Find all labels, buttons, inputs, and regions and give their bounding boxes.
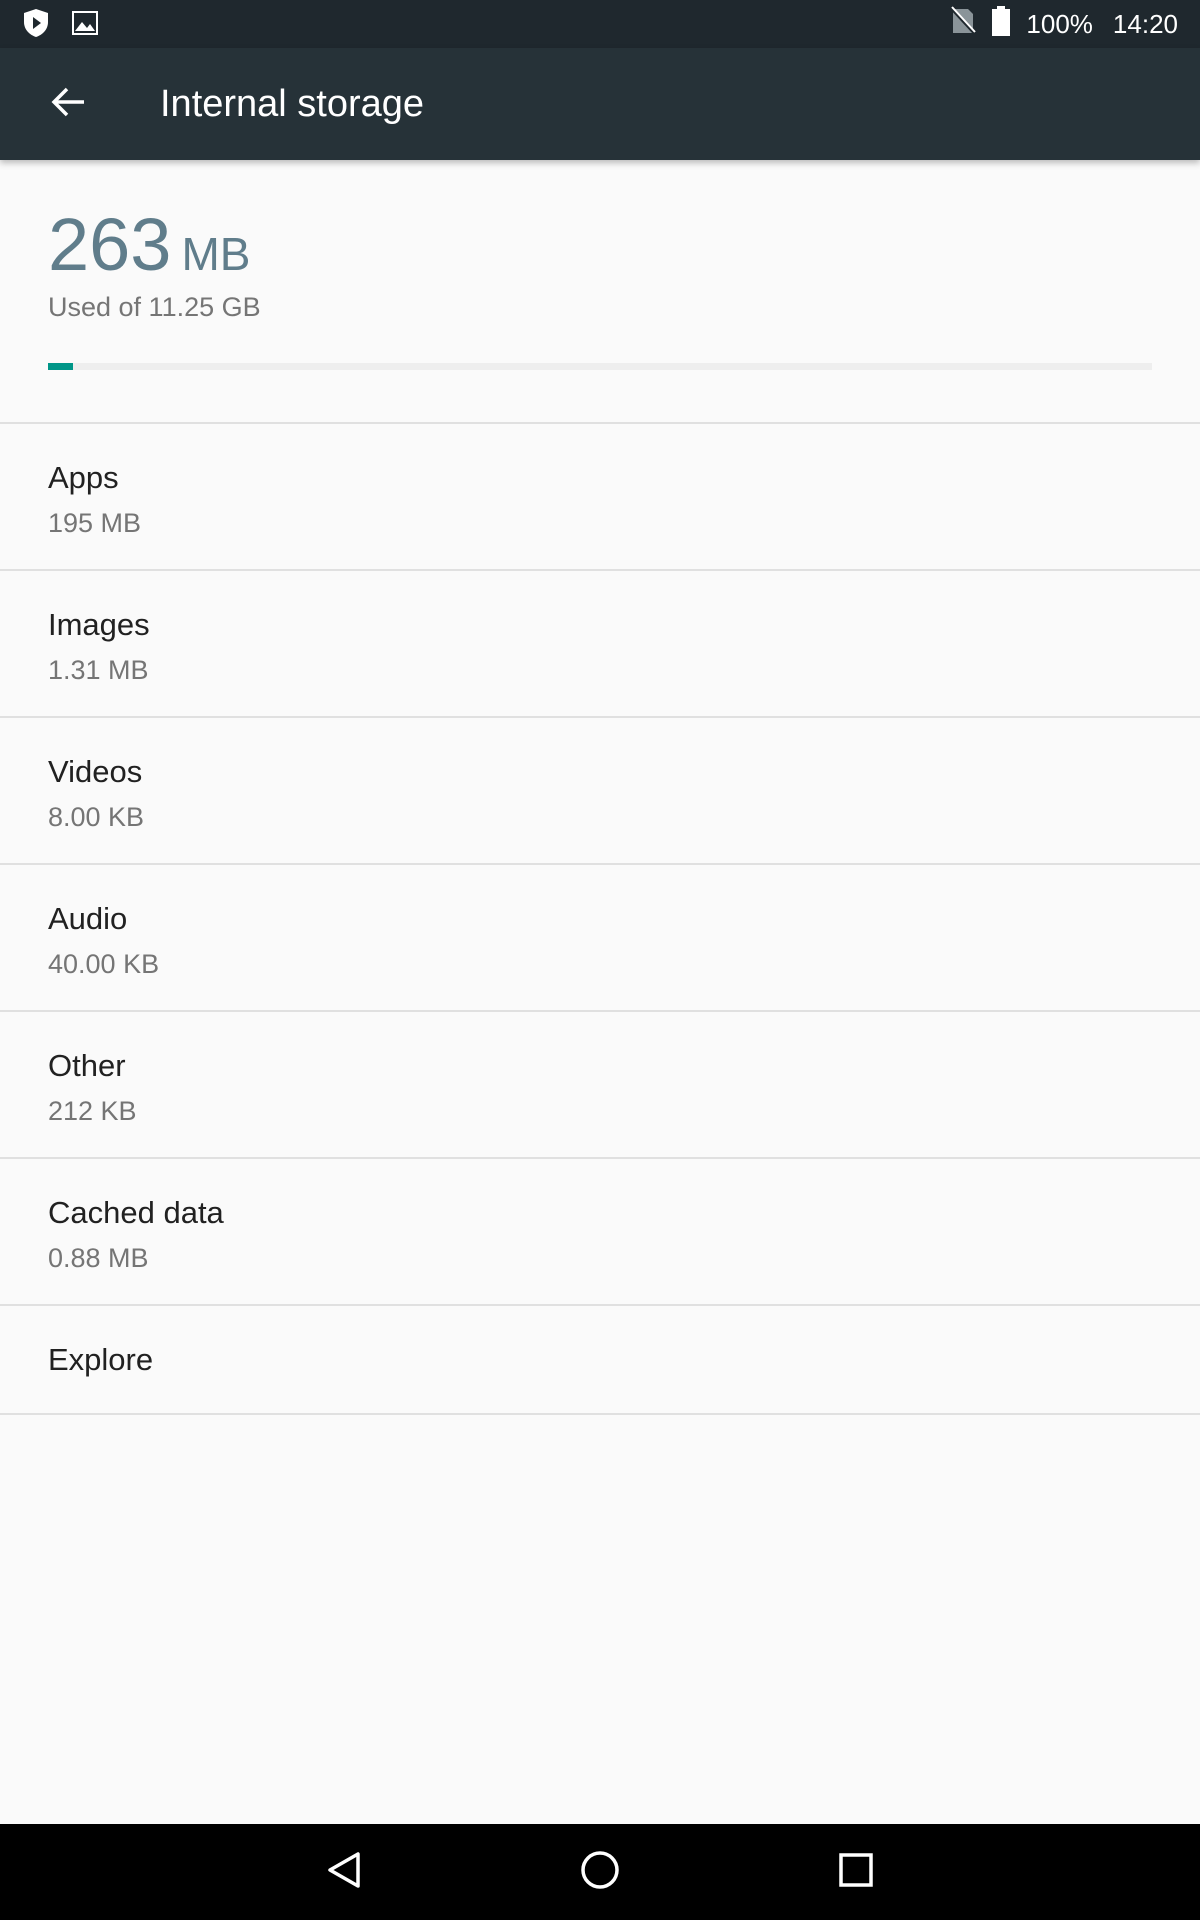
used-unit: MB: [181, 228, 251, 280]
category-videos[interactable]: Videos 8.00 KB: [0, 718, 1200, 865]
shield-icon: [22, 8, 50, 43]
category-audio[interactable]: Audio 40.00 KB: [0, 865, 1200, 1012]
status-bar-left: [22, 8, 98, 43]
status-bar: 100% 14:20: [0, 0, 1200, 48]
used-value: 263: [48, 203, 172, 286]
clock: 14:20: [1112, 8, 1178, 39]
category-size: 40.00 KB: [48, 949, 160, 979]
category-label: Videos: [48, 754, 143, 789]
category-label: Audio: [48, 901, 128, 936]
explore-label: Explore: [48, 1342, 154, 1377]
category-size: 1.31 MB: [48, 655, 149, 685]
storage-summary: 263 MB Used of 11.25 GB: [0, 160, 1200, 424]
recents-square-icon: [838, 1852, 874, 1893]
category-other[interactable]: Other 212 KB: [0, 1012, 1200, 1159]
category-label: Cached data: [48, 1195, 224, 1230]
battery-percent: 100%: [1026, 8, 1093, 39]
used-amount: 263 MB: [48, 202, 250, 287]
category-size: 212 KB: [48, 1096, 137, 1126]
category-apps[interactable]: Apps 195 MB: [0, 424, 1200, 571]
back-triangle-icon: [324, 1850, 364, 1895]
image-icon: [72, 11, 98, 40]
category-size: 195 MB: [48, 508, 142, 538]
category-label: Apps: [48, 460, 119, 495]
explore-item[interactable]: Explore: [0, 1306, 1200, 1415]
no-sim-icon: [950, 5, 977, 43]
battery-icon: [990, 5, 1012, 44]
storage-progress-fill: [48, 363, 74, 370]
nav-home-button[interactable]: [570, 1842, 630, 1902]
arrow-back-icon: [50, 86, 86, 123]
category-images[interactable]: Images 1.31 MB: [0, 571, 1200, 718]
category-label: Images: [48, 607, 150, 642]
nav-recents-button[interactable]: [826, 1842, 886, 1902]
home-circle-icon: [579, 1849, 621, 1896]
page-title: Internal storage: [160, 83, 425, 125]
used-of-total: Used of 11.25 GB: [48, 292, 261, 322]
status-bar-right: 100% 14:20: [950, 0, 1178, 48]
storage-category-list: Apps 195 MB Images 1.31 MB Videos 8.00 K…: [0, 424, 1200, 1415]
category-size: 8.00 KB: [48, 802, 145, 832]
category-label: Other: [48, 1048, 126, 1083]
navigation-bar: [0, 1824, 1200, 1920]
back-button[interactable]: [40, 76, 96, 132]
category-cached-data[interactable]: Cached data 0.88 MB: [0, 1159, 1200, 1306]
app-bar: Internal storage: [0, 48, 1200, 160]
category-size: 0.88 MB: [48, 1243, 149, 1273]
storage-progress-bar: [48, 363, 1152, 370]
nav-back-button[interactable]: [314, 1842, 374, 1902]
